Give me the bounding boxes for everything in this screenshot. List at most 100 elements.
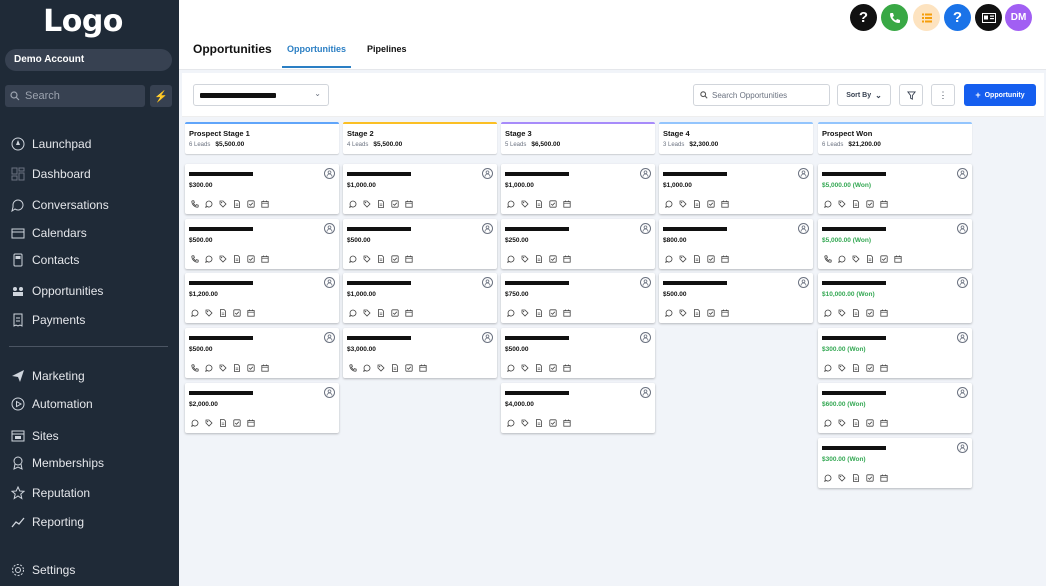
phone-icon[interactable] [823, 254, 832, 263]
assign-user-icon[interactable] [324, 168, 335, 179]
calendar-icon[interactable] [879, 418, 888, 427]
chat-icon[interactable] [348, 308, 357, 317]
tag-icon[interactable] [851, 254, 860, 263]
opportunity-card[interactable]: $500.00 [659, 273, 813, 323]
chat-icon[interactable] [664, 199, 673, 208]
assign-user-icon[interactable] [640, 277, 651, 288]
sidebar-item-dashboard[interactable]: Dashboard [10, 164, 91, 184]
task-icon[interactable] [390, 254, 399, 263]
task-icon[interactable] [246, 363, 255, 372]
assign-user-icon[interactable] [957, 442, 968, 453]
opportunity-card[interactable]: $3,000.00 [343, 328, 497, 378]
opportunity-card[interactable]: $1,000.00 [343, 164, 497, 214]
calendar-icon[interactable] [246, 308, 255, 317]
sidebar-search[interactable]: Search [5, 85, 145, 107]
chat-icon[interactable] [190, 418, 199, 427]
opportunity-card[interactable]: $2,000.00 [185, 383, 339, 433]
tag-icon[interactable] [837, 308, 846, 317]
note-icon[interactable] [218, 418, 227, 427]
assign-user-icon[interactable] [482, 168, 493, 179]
calendar-icon[interactable] [879, 199, 888, 208]
assign-user-icon[interactable] [957, 168, 968, 179]
sidebar-item-contacts[interactable]: Contacts [10, 250, 79, 270]
phone-icon[interactable] [190, 363, 199, 372]
task-icon[interactable] [232, 308, 241, 317]
opportunity-card[interactable]: $4,000.00 [501, 383, 655, 433]
assign-user-icon[interactable] [957, 277, 968, 288]
calendar-icon[interactable] [260, 254, 269, 263]
sidebar-item-conversations[interactable]: Conversations [10, 195, 109, 215]
calendar-icon[interactable] [562, 418, 571, 427]
chat-icon[interactable] [823, 308, 832, 317]
note-icon[interactable] [376, 254, 385, 263]
task-icon[interactable] [390, 199, 399, 208]
chat-icon[interactable] [204, 199, 213, 208]
calendar-icon[interactable] [562, 308, 571, 317]
chat-icon[interactable] [362, 363, 371, 372]
opportunity-card[interactable]: $250.00 [501, 219, 655, 269]
chat-icon[interactable] [204, 254, 213, 263]
tag-icon[interactable] [520, 308, 529, 317]
assign-user-icon[interactable] [798, 223, 809, 234]
calendar-icon[interactable] [404, 199, 413, 208]
calendar-icon[interactable] [893, 254, 902, 263]
note-icon[interactable] [692, 254, 701, 263]
calendar-icon[interactable] [562, 254, 571, 263]
note-icon[interactable] [692, 199, 701, 208]
sidebar-item-reputation[interactable]: Reputation [10, 483, 90, 503]
calendar-icon[interactable] [879, 308, 888, 317]
task-icon[interactable] [706, 254, 715, 263]
task-icon[interactable] [548, 308, 557, 317]
calendar-icon[interactable] [562, 363, 571, 372]
sidebar-item-reporting[interactable]: Reporting [10, 512, 84, 532]
task-icon[interactable] [865, 363, 874, 372]
task-list-icon[interactable] [913, 4, 940, 31]
calendar-icon[interactable] [246, 418, 255, 427]
tag-icon[interactable] [362, 254, 371, 263]
tag-icon[interactable] [837, 473, 846, 482]
note-icon[interactable] [534, 199, 543, 208]
task-icon[interactable] [548, 254, 557, 263]
opportunity-card[interactable]: $1,200.00 [185, 273, 339, 323]
tag-icon[interactable] [678, 199, 687, 208]
chat-icon[interactable] [506, 308, 515, 317]
calendar-icon[interactable] [260, 199, 269, 208]
assign-user-icon[interactable] [482, 332, 493, 343]
tag-icon[interactable] [520, 418, 529, 427]
opportunity-card[interactable]: $800.00 [659, 219, 813, 269]
tag-icon[interactable] [520, 363, 529, 372]
sidebar-item-settings[interactable]: Settings [10, 560, 75, 580]
tag-icon[interactable] [837, 363, 846, 372]
sidebar-item-automation[interactable]: Automation [10, 394, 93, 414]
phone-icon[interactable] [190, 254, 199, 263]
tag-icon[interactable] [678, 308, 687, 317]
opportunity-card[interactable]: $300.00 (Won) [818, 438, 972, 488]
tab-opportunities[interactable]: Opportunities [287, 44, 346, 54]
task-icon[interactable] [404, 363, 413, 372]
note-icon[interactable] [851, 473, 860, 482]
sidebar-item-opportunities[interactable]: Opportunities [10, 281, 103, 301]
calendar-icon[interactable] [879, 363, 888, 372]
assign-user-icon[interactable] [640, 223, 651, 234]
phone-icon[interactable] [881, 4, 908, 31]
assign-user-icon[interactable] [324, 277, 335, 288]
opportunity-card[interactable]: $500.00 [185, 328, 339, 378]
task-icon[interactable] [246, 199, 255, 208]
tag-icon[interactable] [678, 254, 687, 263]
assign-user-icon[interactable] [640, 332, 651, 343]
opportunity-card[interactable]: $300.00 (Won) [818, 328, 972, 378]
chat-icon[interactable] [190, 308, 199, 317]
user-avatar[interactable]: DM [1005, 4, 1032, 31]
note-icon[interactable] [851, 418, 860, 427]
assign-user-icon[interactable] [482, 277, 493, 288]
assign-user-icon[interactable] [324, 332, 335, 343]
sidebar-item-sites[interactable]: Sites [10, 426, 59, 446]
note-icon[interactable] [390, 363, 399, 372]
chat-icon[interactable] [823, 418, 832, 427]
calendar-icon[interactable] [879, 473, 888, 482]
sidebar-item-marketing[interactable]: Marketing [10, 366, 85, 386]
task-icon[interactable] [548, 199, 557, 208]
assign-user-icon[interactable] [957, 223, 968, 234]
note-icon[interactable] [851, 199, 860, 208]
tag-icon[interactable] [520, 254, 529, 263]
